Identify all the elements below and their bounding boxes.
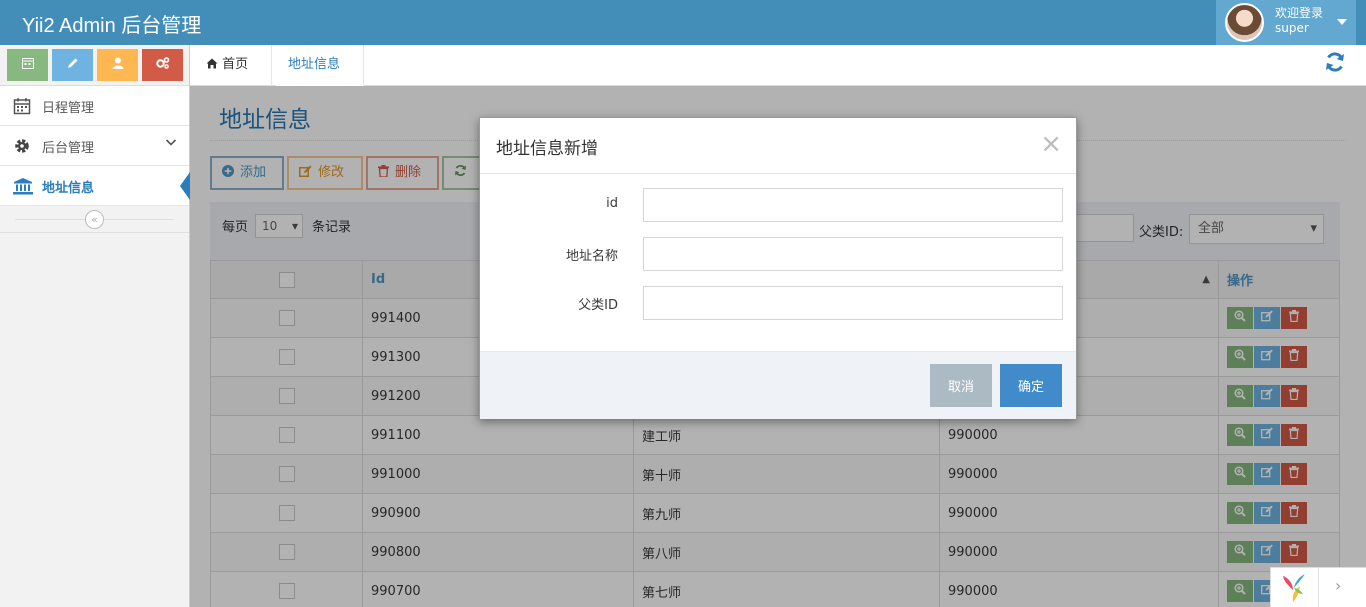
avatar [1225, 3, 1264, 42]
field-label: 地址名称 [565, 249, 618, 264]
sidebar-collapse-bar: « [0, 206, 189, 233]
field-label: 父类ID [578, 298, 618, 313]
user-shortcut-button[interactable] [97, 49, 138, 81]
tab-address[interactable]: 地址信息✖ [276, 45, 364, 112]
debug-toolbar[interactable]: › [1270, 567, 1366, 607]
cogs-shortcut-button[interactable] [142, 49, 183, 81]
chevron-right-icon[interactable]: › [1335, 576, 1341, 595]
pencil-icon [67, 58, 77, 68]
user-menu[interactable]: 欢迎登录 super [1216, 0, 1356, 45]
parent-id-input[interactable] [643, 286, 1063, 320]
home-icon [206, 58, 218, 69]
form-row-parent: 父类ID [480, 286, 1078, 320]
id-input[interactable] [643, 188, 1063, 222]
sidebar-item-label: 后台管理 [42, 141, 95, 156]
brand-title[interactable]: Yii2 Admin 后台管理 [22, 9, 201, 38]
calendar-shortcut-button[interactable] [7, 49, 48, 81]
form-row-name: 地址名称 [480, 237, 1078, 271]
sidebar: 日程管理 后台管理 地址信息 « [0, 45, 190, 607]
cancel-button[interactable]: 取消 [930, 364, 992, 407]
shortcut-buttons [0, 45, 189, 86]
divider [1318, 568, 1319, 607]
welcome-text: 欢迎登录 [1275, 6, 1324, 20]
cogs-icon [155, 57, 169, 69]
modal-header: 地址信息新增 × [480, 118, 1076, 174]
top-navbar: Yii2 Admin 后台管理 欢迎登录 super [0, 0, 1366, 45]
tab-label: 首页 [222, 57, 249, 72]
sidebar-item-schedule[interactable]: 日程管理 [0, 86, 189, 126]
bank-icon [13, 177, 33, 195]
sidebar-item-label: 地址信息 [42, 181, 95, 196]
close-icon[interactable]: × [1040, 131, 1062, 157]
sidebar-item-admin[interactable]: 后台管理 [0, 126, 189, 166]
double-chevron-left-icon[interactable]: « [85, 210, 104, 229]
refresh-icon[interactable] [1324, 51, 1346, 79]
sidebar-item-address[interactable]: 地址信息 [0, 166, 190, 206]
pencil-shortcut-button[interactable] [52, 49, 93, 81]
user-icon [112, 57, 123, 69]
username: super [1275, 21, 1309, 35]
add-address-modal: 地址信息新增 × id 地址名称 父类ID 取消 确定 [479, 117, 1077, 419]
modal-title: 地址信息新增 [496, 139, 598, 159]
tab-home[interactable]: 首页✖ [194, 45, 272, 112]
tab-label: 地址信息 [288, 57, 341, 72]
form-row-id: id [480, 188, 1078, 222]
calendar-icon [13, 97, 31, 115]
calendar-icon [21, 58, 34, 69]
address-name-input[interactable] [643, 237, 1063, 271]
tab-bar: 首页✖ 地址信息✖ [190, 45, 1366, 112]
modal-footer: 取消 确定 [480, 351, 1076, 419]
caret-down-icon [1337, 19, 1347, 25]
confirm-button[interactable]: 确定 [1000, 364, 1062, 407]
sidebar-item-label: 日程管理 [42, 101, 95, 116]
yii-logo-icon [1283, 574, 1305, 602]
field-label: id [606, 196, 618, 211]
chevron-down-icon [165, 136, 177, 151]
gear-icon [13, 137, 31, 155]
